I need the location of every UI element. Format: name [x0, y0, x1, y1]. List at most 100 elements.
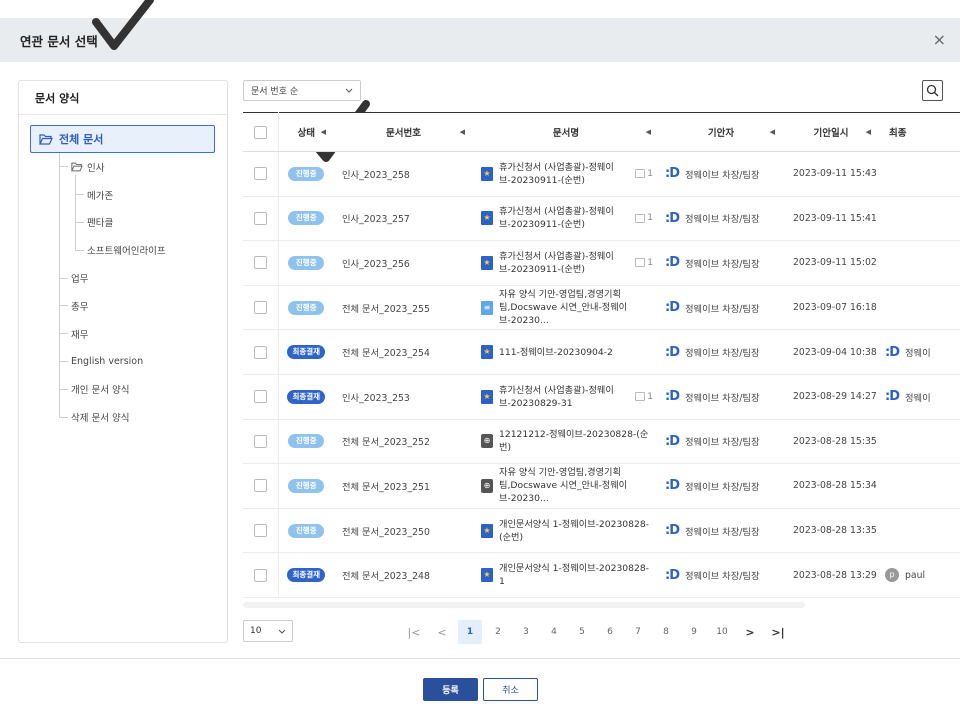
doc-title[interactable]: ⊕ 12121212-정웨이브-20230828-(순번) [473, 428, 659, 454]
tree-item[interactable]: 총무 [19, 292, 227, 320]
sort-arrow-icon: ◀ [769, 128, 775, 136]
table-row[interactable]: 최종결재 인사_2023_253 ★ 휴가신청서 (사업총괄)-정웨이브-202308… [243, 374, 960, 420]
drafter-cell: :D 정웨이브 차장/팀장 [659, 240, 783, 286]
doc-title[interactable]: ≡ 자유 양식 기안-영업팀,경영기획팀,Docswave 시연_안내-정웨이브-… [473, 288, 659, 327]
title-cell[interactable]: ≡ 자유 양식 기안-영업팀,경영기획팀,Docswave 시연_안내-정웨이브-… [473, 285, 659, 331]
tree-item[interactable]: 소프트웨어인라이프 [19, 236, 227, 264]
doc-title-text: 12121212-정웨이브-20230828-(순번) [499, 429, 649, 454]
page-size-select[interactable]: 10 [243, 620, 293, 642]
title-cell[interactable]: ⊕ 12121212-정웨이브-20230828-(순번) [473, 419, 659, 465]
page-10-button[interactable]: 10 [708, 627, 736, 637]
doc-title[interactable]: ★ 휴가신청서 (사업총괄)-정웨이브-20230829-31 1 [473, 384, 659, 410]
row-checkbox[interactable] [253, 524, 267, 538]
doc-title-text: 111-정웨이브-20230904-2 [499, 346, 613, 358]
last-page-button[interactable]: >| [764, 626, 792, 639]
page-2-button[interactable]: 2 [484, 627, 512, 637]
table-row[interactable]: 진행중 전체 문서_2023_252 ⊕ 12121212-정웨이브-20230828… [243, 419, 960, 465]
register-button[interactable]: 등록 [423, 678, 478, 701]
title-cell[interactable]: ★ 111-정웨이브-20230904-2 [473, 329, 659, 375]
first-page-button[interactable]: |< [400, 626, 428, 639]
page-1-button[interactable]: 1 [458, 620, 482, 644]
table-row[interactable]: 진행중 전체 문서_2023_255 ≡ 자유 양식 기안-영업팀,경영기획팀,Doc… [243, 285, 960, 331]
tree-item[interactable]: 삭제 문서 양식 [19, 403, 227, 431]
tree-item-all-documents[interactable]: 전체 문서 [30, 125, 215, 153]
column-label: 기안자 [707, 128, 735, 139]
row-checkbox[interactable] [253, 568, 267, 582]
tree-item[interactable]: 펜타클 [19, 209, 227, 237]
tree-item[interactable]: English version [19, 348, 227, 376]
title-cell[interactable]: ★ 휴가신청서 (사업총괄)-정웨이브-20230829-31 1 [473, 374, 659, 420]
table-row[interactable]: 진행중 인사_2023_257 ★ 휴가신청서 (사업총괄)-정웨이브-2023091… [243, 196, 960, 242]
page-4-button[interactable]: 4 [540, 627, 568, 637]
row-checkbox[interactable] [253, 256, 267, 270]
sort-select[interactable]: 문서 번호 순 [243, 80, 361, 101]
table-row[interactable]: 진행중 인사_2023_256 ★ 휴가신청서 (사업총괄)-정웨이브-2023091… [243, 240, 960, 286]
doc-title[interactable]: ★ 개인문서양식 1-정웨이브-20230828-1 [473, 562, 659, 588]
search-button[interactable] [922, 80, 943, 101]
tree-branch-line [75, 194, 84, 196]
tree-branch-line [59, 416, 68, 418]
row-checkbox[interactable] [253, 345, 267, 359]
tree-item[interactable]: 개인 문서 양식 [19, 375, 227, 403]
table-row[interactable]: 진행중 전체 문서_2023_250 ★ 개인문서양식 1-정웨이브-20230828… [243, 508, 960, 554]
drafter-name: 정웨이브 차장/팀장 [685, 348, 760, 360]
doc-number: 전체 문서_2023_250 [342, 526, 430, 538]
page-9-button[interactable]: 9 [680, 627, 708, 637]
row-select-cell [243, 285, 279, 331]
column-header-status[interactable]: 상태 ◀ [278, 112, 334, 152]
horizontal-scrollbar[interactable] [243, 602, 805, 608]
row-checkbox[interactable] [253, 390, 267, 404]
title-cell[interactable]: ★ 휴가신청서 (사업총괄)-정웨이브-20230911-(순번) 1 [473, 151, 659, 197]
doc-title[interactable]: ★ 휴가신청서 (사업총괄)-정웨이브-20230911-(순번) 1 [473, 161, 659, 187]
tree-item[interactable]: 메가존 [19, 181, 227, 209]
final-approver-name: 정웨이 [905, 392, 931, 404]
drafter-cell: :D 정웨이브 차장/팀장 [659, 508, 783, 554]
row-checkbox[interactable] [253, 211, 267, 225]
table-row[interactable]: 진행중 인사_2023_258 ★ 휴가신청서 (사업총괄)-정웨이브-2023091… [243, 151, 960, 197]
table-row[interactable]: 최종결재 전체 문서_2023_254 ★ 111-정웨이브-20230904-2:D… [243, 329, 960, 375]
column-header-doc-no[interactable]: 문서번호 ◀ [334, 112, 473, 152]
next-page-button[interactable]: > [736, 626, 764, 639]
row-checkbox[interactable] [253, 167, 267, 181]
select-all-checkbox[interactable] [253, 125, 267, 139]
doc-no-cell: 인사_2023_258 [334, 151, 473, 197]
cancel-button[interactable]: 취소 [483, 678, 538, 701]
doc-title[interactable]: ★ 111-정웨이브-20230904-2 [473, 345, 659, 360]
title-cell[interactable]: ★ 휴가신청서 (사업총괄)-정웨이브-20230911-(순번) 1 [473, 240, 659, 286]
doc-no-cell: 전체 문서_2023_252 [334, 419, 473, 465]
table-row[interactable]: 최종결재 전체 문서_2023_248 ★ 개인문서양식 1-정웨이브-2023082… [243, 552, 960, 598]
attachment-count: 1 [635, 258, 653, 268]
doc-title[interactable]: ⊕ 자유 양식 기안-영업팀,경영기획팀,Docswave 시연_안내-정웨이브-… [473, 466, 659, 505]
row-checkbox[interactable] [253, 479, 267, 493]
doc-title[interactable]: ★ 개인문서양식 1-정웨이브-20230828-(순번) [473, 518, 659, 544]
page-8-button[interactable]: 8 [652, 627, 680, 637]
row-checkbox[interactable] [253, 301, 267, 315]
row-checkbox[interactable] [253, 434, 267, 448]
prev-page-button[interactable]: < [428, 626, 456, 639]
title-cell[interactable]: ★ 휴가신청서 (사업총괄)-정웨이브-20230911-(순번) 1 [473, 196, 659, 242]
page-3-button[interactable]: 3 [512, 627, 540, 637]
doc-title-text: 휴가신청서 (사업총괄)-정웨이브-20230911-(순번) [499, 250, 614, 275]
page-5-button[interactable]: 5 [568, 627, 596, 637]
drafter: :D 정웨이브 차장/팀장 [659, 211, 783, 226]
column-header-final[interactable]: 최종 [879, 112, 960, 152]
close-icon[interactable]: × [933, 32, 946, 48]
page-6-button[interactable]: 6 [596, 627, 624, 637]
doc-title[interactable]: ★ 휴가신청서 (사업총괄)-정웨이브-20230911-(순번) 1 [473, 205, 659, 231]
drafter: :D 정웨이브 차장/팀장 [659, 166, 783, 181]
column-header-title[interactable]: 문서명 ◀ [473, 112, 659, 152]
title-cell[interactable]: ★ 개인문서양식 1-정웨이브-20230828-(순번) [473, 508, 659, 554]
doc-number: 인사_2023_257 [342, 214, 410, 226]
tree-item[interactable]: 업무 [19, 264, 227, 292]
sort-arrow-icon: ◀ [865, 128, 871, 136]
tree-item[interactable]: 재무 [19, 320, 227, 348]
column-header-drafter[interactable]: 기안자 ◀ [659, 112, 783, 152]
doc-title[interactable]: ★ 휴가신청서 (사업총괄)-정웨이브-20230911-(순번) 1 [473, 250, 659, 276]
page-7-button[interactable]: 7 [624, 627, 652, 637]
table-row[interactable]: 진행중 전체 문서_2023_251 ⊕ 자유 양식 기안-영업팀,경영기획팀,Doc… [243, 463, 960, 509]
title-cell[interactable]: ⊕ 자유 양식 기안-영업팀,경영기획팀,Docswave 시연_안내-정웨이브-… [473, 463, 659, 509]
table-body: 진행중 인사_2023_258 ★ 휴가신청서 (사업총괄)-정웨이브-2023091… [243, 151, 960, 598]
tree-item[interactable]: 인사 [19, 153, 227, 181]
title-cell[interactable]: ★ 개인문서양식 1-정웨이브-20230828-1 [473, 552, 659, 598]
column-header-date[interactable]: 기안일시 ◀ [783, 112, 879, 152]
